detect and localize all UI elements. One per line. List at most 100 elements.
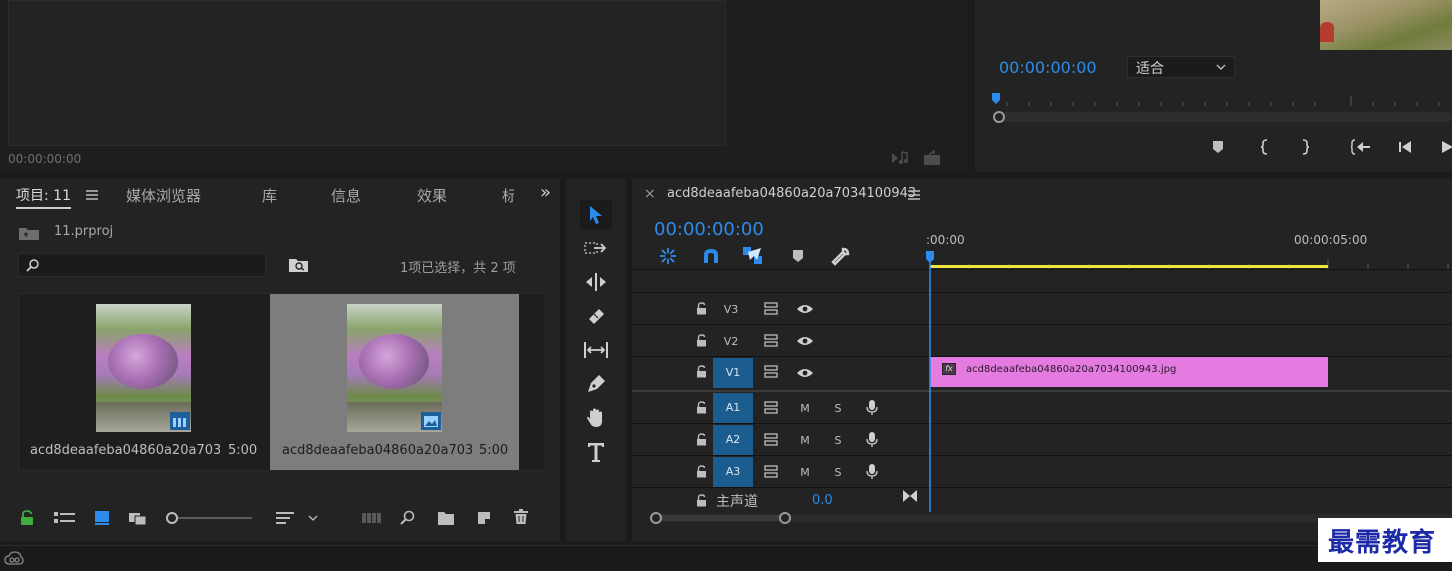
mark-out-button[interactable] [1291,133,1319,161]
lock-track-icon[interactable] [696,302,707,315]
go-to-in-button[interactable] [1347,133,1375,161]
new-bin-icon[interactable] [437,510,455,526]
nest-toggle-icon[interactable] [658,246,678,266]
timeline-playhead[interactable] [925,250,935,512]
program-scroll-handle[interactable] [993,111,1005,123]
zoom-slider[interactable] [166,512,254,524]
project-item[interactable]: acd8deaafeba04860a20a703... 5:00 [270,294,519,470]
microphone-icon[interactable] [866,432,878,448]
sync-lock-icon[interactable] [764,302,780,315]
go-to-edit-point-icon[interactable] [902,489,918,503]
program-time-ruler[interactable] [993,92,1452,108]
new-search-bin-icon[interactable] [288,257,310,273]
work-area-bar[interactable] [930,265,1328,268]
zoom-slider-handle[interactable] [166,512,178,524]
folder-up-icon[interactable] [18,225,40,241]
snap-magnet-icon[interactable] [702,247,720,265]
sequence-timecode[interactable]: 00:00:00:00 [654,219,764,240]
more-tabs-button[interactable]: » [540,182,551,203]
sync-lock-icon[interactable] [764,334,780,347]
timeline-scroll-handle-right[interactable] [779,512,791,524]
track-label-v1[interactable]: V1 [713,358,753,388]
video-clip[interactable]: fx acd8deaafeba04860a20a7034100943.jpg [930,357,1328,387]
solo-button[interactable]: S [831,402,845,415]
solo-button[interactable]: S [831,466,845,479]
microphone-icon[interactable] [866,464,878,480]
tab-libraries[interactable]: 库 [262,185,277,206]
sequence-tab[interactable]: acd8deaafeba04860a20a7034100943 [667,186,916,201]
lock-track-icon[interactable] [696,433,707,446]
mute-button[interactable]: M [798,402,812,415]
lock-track-icon[interactable] [696,365,707,378]
eye-icon[interactable] [796,303,814,315]
add-marker-button[interactable] [1204,133,1232,161]
fit-dropdown[interactable]: 适合 [1127,56,1235,78]
track-label-a2[interactable]: A2 [713,425,753,455]
lock-track-icon[interactable] [696,494,707,507]
play-button[interactable] [1433,133,1452,161]
wrench-icon[interactable] [830,247,850,267]
tab-markers[interactable]: 标 [502,185,514,206]
tab-effects[interactable]: 效果 [417,185,447,206]
program-video-frame [1320,0,1452,50]
mute-button[interactable]: M [798,434,812,447]
tab-project[interactable]: 项目: 11 [16,185,71,209]
track-select-tool-button[interactable] [582,234,610,262]
find-icon[interactable] [400,510,416,526]
time-ruler-mark: 00:00:05:00 [1294,233,1368,247]
track-label-v2[interactable]: V2 [716,335,746,348]
list-view-icon[interactable] [54,511,76,525]
icon-view-icon[interactable] [94,510,110,526]
sync-lock-icon[interactable] [764,365,780,378]
microphone-icon[interactable] [866,400,878,416]
track-label-a1[interactable]: A1 [713,393,753,423]
freeform-view-icon[interactable] [128,510,152,526]
sync-lock-icon[interactable] [764,465,780,478]
eye-icon[interactable] [796,367,814,379]
automate-to-sequence-icon[interactable] [362,512,382,524]
tab-info[interactable]: 信息 [331,185,361,206]
slip-tool-button[interactable] [582,336,610,364]
tab-media-browser[interactable]: 媒体浏览器 [126,185,201,206]
pen-tool-button[interactable] [582,370,610,398]
step-back-button[interactable] [1391,133,1419,161]
mute-button[interactable]: M [798,466,812,479]
sync-lock-icon[interactable] [764,401,780,414]
eye-icon[interactable] [796,335,814,347]
hand-tool-button[interactable] [582,404,610,432]
lock-icon[interactable] [20,510,34,526]
sync-lock-icon[interactable] [764,433,780,446]
add-marker-icon[interactable] [792,249,804,263]
timeline-scroll-thumb[interactable] [658,515,782,521]
sort-icon[interactable] [276,511,320,525]
mark-in-button[interactable] [1251,133,1279,161]
program-timecode[interactable]: 00:00:00:00 [999,58,1097,77]
program-scroll-track[interactable] [993,112,1452,122]
solo-button[interactable]: S [831,434,845,447]
razor-tool-button[interactable] [582,302,610,330]
source-timecode[interactable]: 00:00:00:00 [8,152,81,166]
export-frame-icon[interactable] [922,150,942,166]
track-label-v3[interactable]: V3 [716,303,746,316]
program-playhead-icon[interactable] [991,92,1001,108]
type-tool-button[interactable] [582,438,610,466]
panel-menu-icon[interactable] [86,190,98,200]
selection-tool-button[interactable] [580,200,612,230]
project-search-input[interactable] [18,253,266,277]
trash-icon[interactable] [514,509,528,525]
close-sequence-button[interactable]: × [644,186,656,202]
lock-track-icon[interactable] [696,465,707,478]
lock-track-icon[interactable] [696,401,707,414]
new-item-icon[interactable] [476,510,492,526]
sequence-menu-icon[interactable] [908,190,920,200]
ripple-edit-tool-button[interactable] [582,268,610,296]
master-volume-value[interactable]: 0.0 [812,493,833,508]
lock-track-icon[interactable] [696,334,707,347]
linked-selection-icon[interactable] [742,246,764,266]
track-label-a3[interactable]: A3 [713,457,753,487]
time-ruler-start: :00:00 [926,233,965,247]
project-item[interactable]: acd8deaafeba04860a20a703... 5:00 [20,294,268,470]
creative-cloud-icon[interactable] [4,551,24,567]
timeline-scroll-handle-left[interactable] [650,512,662,524]
insert-audio-icon[interactable] [890,150,910,166]
